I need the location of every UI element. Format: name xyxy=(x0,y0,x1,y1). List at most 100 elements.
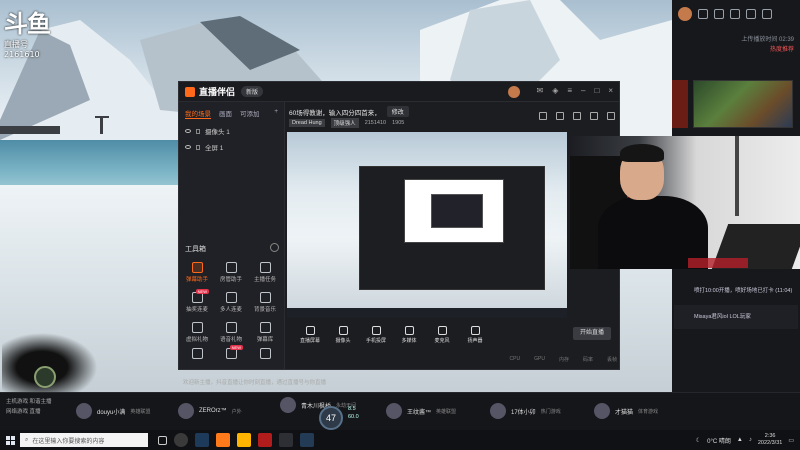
phone-cast-button[interactable]: 手机投屏 xyxy=(365,326,387,344)
tool-danmu-assistant[interactable]: 弹幕助手 xyxy=(181,262,213,283)
minimize-icon[interactable]: – xyxy=(581,86,585,98)
pin-icon[interactable] xyxy=(607,112,615,120)
obs-app-icon[interactable] xyxy=(174,433,188,447)
tool-log[interactable] xyxy=(181,348,213,361)
webcam-overlay xyxy=(570,136,800,269)
rec-item[interactable]: 才猫猫 体育游戏 xyxy=(594,398,658,424)
notification-icon[interactable]: ▭ xyxy=(788,437,794,444)
tool-multi-mic[interactable]: 多人连麦 xyxy=(215,292,247,313)
action-label: 摄像头 xyxy=(335,338,351,344)
action-label: 手机投屏 xyxy=(365,338,386,344)
rec-name: 才猫猫 xyxy=(615,409,634,416)
ship-silhouette xyxy=(0,116,109,134)
avatar xyxy=(280,397,296,413)
scene-sidebar: 我的场景 画面 可添加 + 摄像头 1 全屏 1 工具箱 弹幕助手 房管助手 主… xyxy=(179,102,326,386)
app-icon[interactable] xyxy=(195,433,209,447)
tab-my-scenes[interactable]: 我的场景 xyxy=(185,108,211,119)
camera-button[interactable]: 摄像头 xyxy=(332,326,354,344)
library-icon xyxy=(259,322,271,333)
toolbox-settings-icon[interactable] xyxy=(270,243,279,252)
phone-icon xyxy=(371,326,381,335)
settings-icon[interactable] xyxy=(746,9,756,19)
user-avatar[interactable] xyxy=(507,85,520,98)
close-icon[interactable]: × xyxy=(608,86,613,98)
gift-icon[interactable] xyxy=(714,9,724,19)
network-icon[interactable]: ▲ xyxy=(737,437,743,443)
add-scene-icon[interactable]: + xyxy=(274,108,278,119)
room-label: 直播号 xyxy=(4,40,28,49)
avatar xyxy=(386,403,402,419)
window-controls: ✉ ◈ ≡ – □ × xyxy=(507,85,613,98)
hot-recommend[interactable]: 热度推荐 xyxy=(770,44,794,53)
viewer-count: 2151410 xyxy=(364,120,387,126)
rec-item[interactable]: douyu小满 英雄联盟 xyxy=(76,398,150,424)
rec-item[interactable]: 王纹酱™ 英雄联盟 xyxy=(386,398,456,424)
rec-item[interactable]: 17体小卯 热门游戏 xyxy=(490,398,561,424)
tool-lottery[interactable]: NEW 抽奖连麦 xyxy=(181,289,213,313)
clock[interactable]: 2:36 2022/3/31 xyxy=(758,433,782,447)
screen-icon[interactable] xyxy=(762,9,772,19)
avatar xyxy=(594,403,610,419)
compass-icon xyxy=(34,366,56,388)
grid-icon[interactable] xyxy=(590,112,598,120)
tool-more[interactable] xyxy=(249,348,281,361)
screen-capture-button[interactable]: 直播屏幕 xyxy=(299,326,321,344)
lock-icon[interactable] xyxy=(539,112,547,120)
menu-icon[interactable]: ≡ xyxy=(567,86,572,98)
nested-preview xyxy=(359,166,545,290)
music-icon xyxy=(259,292,271,303)
start-live-button[interactable]: 开始直播 xyxy=(573,327,611,340)
stream-preview[interactable] xyxy=(287,132,567,318)
tool-minigame[interactable]: NEW xyxy=(215,345,247,361)
search-icon: ⌕ xyxy=(25,436,29,443)
lock-icon[interactable] xyxy=(196,144,200,150)
tool-admin-assistant[interactable]: 房管助手 xyxy=(215,262,247,283)
tool-tasks[interactable]: 主播任务 xyxy=(249,262,281,283)
tool-virtual-gift[interactable]: 虚拟礼物 xyxy=(181,322,213,343)
rec-item[interactable]: ZEROrz™ 户外 xyxy=(178,398,242,424)
media-button[interactable]: 多媒体 xyxy=(398,326,420,344)
windows-taskbar: ⌕ 在这里输入你要搜索的内容 ☾ 0°C 晴朗 ▲ ♪ 2:36 2022/3/… xyxy=(0,430,800,450)
status-gpu: GPU xyxy=(534,356,545,362)
history-icon[interactable] xyxy=(698,9,708,19)
avatar[interactable] xyxy=(678,7,692,21)
lock-icon[interactable] xyxy=(196,128,200,134)
header-tools xyxy=(539,112,615,120)
taskbar-search-box[interactable]: ⌕ 在这里输入你要搜索的内容 xyxy=(20,433,148,447)
tool-danmu-library[interactable]: 弹幕库 xyxy=(249,322,281,343)
tool-voice-gift[interactable]: 语音礼物 xyxy=(215,322,247,343)
weather-icon: ☾ xyxy=(695,437,702,444)
share-icon[interactable] xyxy=(556,112,564,120)
version-badge[interactable]: 新版 xyxy=(241,86,264,97)
app-icon[interactable] xyxy=(279,433,293,447)
category-tag[interactable]: Dread Hung xyxy=(289,119,325,127)
microphone-button[interactable]: 麦克风 xyxy=(431,326,453,344)
gear-icon[interactable] xyxy=(573,112,581,120)
game-app-icon[interactable] xyxy=(258,433,272,447)
scene-item[interactable]: 全屏 1 xyxy=(179,139,284,155)
rec-item[interactable]: 青木川枫桥 永劫无间 xyxy=(280,392,356,418)
file-explorer-icon[interactable] xyxy=(237,433,251,447)
scene-item[interactable]: 摄像头 1 xyxy=(179,123,284,139)
douyu-app-icon[interactable] xyxy=(216,433,230,447)
recommendation-labels: 主机游戏 和谐主播 网络游戏 直播 xyxy=(6,397,52,417)
camera-icon xyxy=(338,326,348,335)
lol-stream-thumbnail[interactable] xyxy=(693,80,793,128)
tab-canvas[interactable]: 画面 xyxy=(219,108,232,119)
volume-icon[interactable]: ♪ xyxy=(749,437,752,443)
edit-notice-button[interactable]: 修改 xyxy=(386,106,409,117)
eye-icon[interactable] xyxy=(185,129,191,133)
tool-bgm[interactable]: 背景音乐 xyxy=(249,292,281,313)
maximize-icon[interactable]: □ xyxy=(594,86,599,98)
shirt-icon[interactable] xyxy=(730,9,740,19)
task-view-icon[interactable] xyxy=(158,435,167,445)
windows-start-button[interactable] xyxy=(0,430,20,450)
app-icon[interactable] xyxy=(300,433,314,447)
message-icon[interactable]: ✉ xyxy=(537,86,544,98)
eye-icon[interactable] xyxy=(185,145,191,149)
chat-line-2: Misaya君风iol LOL玩家 xyxy=(694,314,751,320)
skin-icon[interactable]: ◈ xyxy=(552,86,558,98)
tab-addable[interactable]: 可添加 xyxy=(240,108,260,119)
weather-text[interactable]: 0°C 晴朗 xyxy=(707,436,731,445)
speaker-button[interactable]: 扬声器 xyxy=(464,326,486,344)
